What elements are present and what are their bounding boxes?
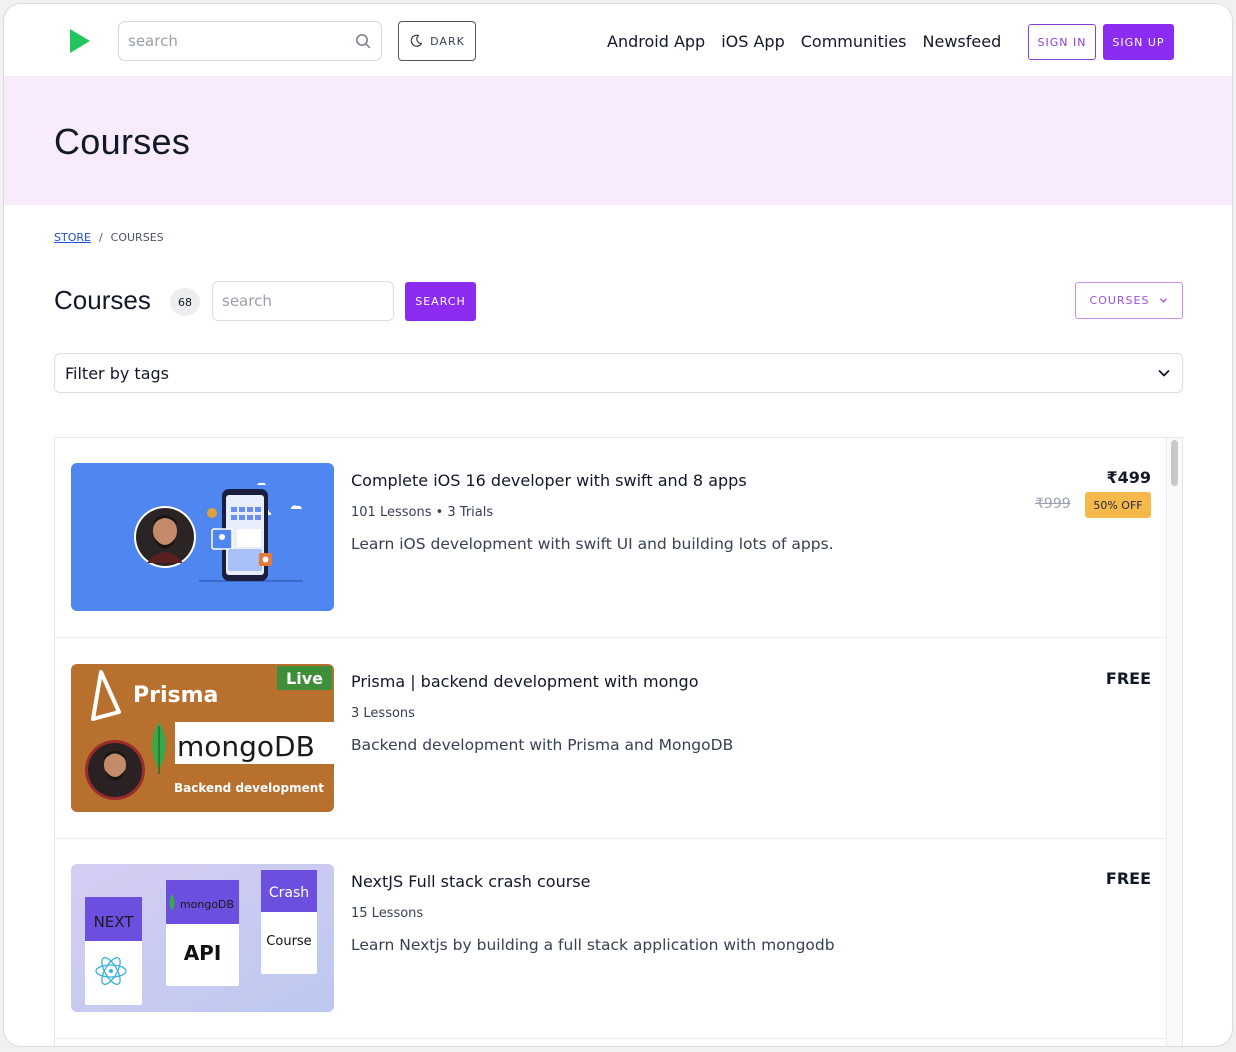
course-thumbnail[interactable]: NEXT mongoDB API Crash Course bbox=[71, 864, 334, 1012]
course-meta: 15 Lessons bbox=[351, 906, 424, 921]
tag-filter-select[interactable]: Filter by tags bbox=[54, 353, 1183, 393]
nav-ios-app[interactable]: iOS App bbox=[721, 32, 785, 51]
search-icon[interactable] bbox=[355, 33, 371, 49]
live-badge: Live bbox=[286, 669, 323, 688]
nextjs-course-illustration: NEXT mongoDB API Crash Course bbox=[71, 864, 334, 1012]
global-search bbox=[118, 21, 382, 61]
breadcrumb: STORE / COURSES bbox=[54, 231, 164, 244]
course-meta: 3 Lessons bbox=[351, 706, 415, 721]
top-header: DARK Android App iOS App Communities New… bbox=[4, 4, 1232, 77]
breadcrumb-separator: / bbox=[98, 231, 103, 244]
course-description: Backend development with Prisma and Mong… bbox=[351, 736, 734, 754]
breadcrumb-store-link[interactable]: STORE bbox=[54, 231, 91, 244]
tag-filter-label: Filter by tags bbox=[65, 364, 169, 383]
main-nav: Android App iOS App Communities Newsfeed bbox=[607, 32, 1001, 51]
nav-communities[interactable]: Communities bbox=[801, 32, 907, 51]
course-title[interactable]: NextJS Full stack crash course bbox=[351, 872, 590, 891]
thumb-course-label: Course bbox=[266, 934, 311, 949]
course-meta: 101 Lessons • 3 Trials bbox=[351, 505, 494, 520]
page-title: Courses bbox=[54, 121, 191, 162]
course-row[interactable]: Prisma Live mongoDB Backend development … bbox=[55, 639, 1167, 839]
thumb-db-label: mongoDB bbox=[177, 730, 315, 763]
course-description: Learn iOS development with swift UI and … bbox=[351, 535, 834, 553]
course-price: ₹499 bbox=[1106, 468, 1151, 487]
course-description: Learn Nextjs by building a full stack ap… bbox=[351, 936, 835, 954]
list-scrollbar[interactable] bbox=[1166, 438, 1182, 1046]
course-row[interactable]: Complete iOS 16 developer with swift and… bbox=[55, 438, 1167, 638]
prisma-course-illustration: Prisma Live mongoDB Backend development bbox=[71, 664, 334, 812]
course-list: Complete iOS 16 developer with swift and… bbox=[54, 437, 1183, 1046]
thumb-caption: Backend development bbox=[174, 781, 324, 795]
course-title[interactable]: Prisma | backend development with mongo bbox=[351, 672, 698, 691]
sign-up-button[interactable]: SIGN UP bbox=[1103, 24, 1174, 60]
breadcrumb-current: COURSES bbox=[110, 231, 164, 244]
course-search-button[interactable]: SEARCH bbox=[405, 282, 476, 321]
course-thumbnail[interactable] bbox=[71, 463, 334, 611]
course-count-badge: 68 bbox=[170, 288, 200, 316]
scrollbar-thumb[interactable] bbox=[1171, 440, 1178, 486]
chevron-down-icon bbox=[1160, 298, 1168, 303]
product-type-dropdown[interactable]: COURSES bbox=[1075, 282, 1183, 319]
moon-icon bbox=[410, 34, 423, 47]
thumb-brand-label: Prisma bbox=[133, 683, 218, 708]
courses-heading: Courses bbox=[54, 285, 151, 315]
hero-banner: Courses bbox=[4, 77, 1232, 205]
product-type-selected: COURSES bbox=[1089, 294, 1150, 307]
browser-frame: DARK Android App iOS App Communities New… bbox=[3, 3, 1233, 1047]
course-row[interactable]: NEXT mongoDB API Crash Course NextJS Ful… bbox=[55, 839, 1167, 1039]
thumb-db-label: mongoDB bbox=[180, 898, 234, 911]
global-search-input[interactable] bbox=[119, 22, 339, 60]
nav-newsfeed[interactable]: Newsfeed bbox=[923, 32, 1002, 51]
nav-android-app[interactable]: Android App bbox=[607, 32, 705, 51]
chevron-down-icon bbox=[1158, 370, 1170, 377]
ios-course-illustration bbox=[71, 463, 334, 611]
thumb-crash-label: Crash bbox=[269, 885, 309, 901]
course-price: FREE bbox=[1105, 669, 1151, 688]
course-original-price: ₹999 bbox=[1035, 496, 1071, 512]
play-logo-icon[interactable] bbox=[68, 28, 92, 54]
course-thumbnail[interactable]: Prisma Live mongoDB Backend development bbox=[71, 664, 334, 812]
course-price: FREE bbox=[1105, 869, 1151, 888]
course-search-input[interactable] bbox=[212, 281, 394, 321]
dark-mode-button[interactable]: DARK bbox=[398, 21, 476, 61]
discount-badge: 50% OFF bbox=[1085, 492, 1151, 518]
dark-mode-label: DARK bbox=[430, 34, 465, 48]
course-title[interactable]: Complete iOS 16 developer with swift and… bbox=[351, 471, 747, 490]
sign-in-button[interactable]: SIGN IN bbox=[1028, 24, 1096, 60]
thumb-next-label: NEXT bbox=[94, 913, 135, 931]
thumb-api-label: API bbox=[184, 941, 222, 965]
